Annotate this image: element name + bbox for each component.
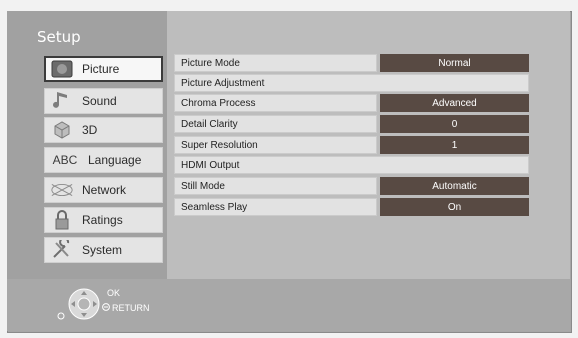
sidebar-item-sound[interactable]: Sound	[44, 88, 163, 114]
return-label: RETURN	[112, 303, 150, 313]
sidebar-item-picture[interactable]: Picture	[44, 56, 163, 82]
sidebar-item-label: Sound	[82, 94, 117, 108]
sidebar-item-label: Network	[82, 183, 127, 197]
lock-icon	[50, 210, 74, 230]
sidebar-item-3d[interactable]: 3D	[44, 117, 163, 143]
settings-row-detail-clarity[interactable]: Detail Clarity 0	[174, 115, 529, 133]
return-icon	[102, 303, 110, 313]
settings-row-still-mode[interactable]: Still Mode Automatic	[174, 177, 529, 195]
sidebar-item-label: System	[82, 243, 123, 257]
settings-row-seamless-play[interactable]: Seamless Play On	[174, 198, 529, 216]
row-label: Seamless Play	[174, 198, 377, 216]
row-label: Super Resolution	[174, 136, 377, 154]
network-icon	[50, 180, 74, 200]
row-label: Picture Mode	[174, 54, 377, 72]
picture-icon	[50, 59, 74, 79]
sidebar-item-system[interactable]: System	[44, 237, 163, 263]
abc-icon: ABC	[52, 153, 78, 167]
ok-hint: OK	[107, 288, 121, 298]
settings-row-super-resolution[interactable]: Super Resolution 1	[174, 136, 529, 154]
sidebar-item-label: Language	[88, 153, 142, 167]
remote-dpad-icon	[56, 284, 102, 324]
sidebar-item-network[interactable]: Network	[44, 177, 163, 203]
row-label: HDMI Output	[174, 156, 529, 174]
settings-row-chroma-process[interactable]: Chroma Process Advanced	[174, 94, 529, 112]
row-value: 0	[380, 115, 529, 133]
row-label: Chroma Process	[174, 94, 377, 112]
sidebar-item-label: 3D	[82, 123, 98, 137]
sidebar-item-language[interactable]: ABC Language	[44, 147, 163, 173]
row-value: Automatic	[380, 177, 529, 195]
sound-icon	[50, 91, 74, 111]
row-label: Picture Adjustment	[174, 74, 529, 92]
sidebar-item-label: Picture	[82, 62, 120, 76]
settings-row-hdmi-output[interactable]: HDMI Output	[174, 156, 529, 174]
row-value: 1	[380, 136, 529, 154]
return-hint: RETURN	[102, 303, 150, 313]
row-value: Normal	[380, 54, 529, 72]
page-title: Setup	[37, 28, 81, 46]
row-value: On	[380, 198, 529, 216]
row-value: Advanced	[380, 94, 529, 112]
sidebar-item-label: Ratings	[82, 213, 123, 227]
row-label: Still Mode	[174, 177, 377, 195]
sidebar-item-ratings[interactable]: Ratings	[44, 207, 163, 233]
tools-icon	[50, 240, 74, 260]
row-label: Detail Clarity	[174, 115, 377, 133]
settings-row-picture-mode[interactable]: Picture Mode Normal	[174, 54, 529, 72]
3d-icon	[50, 120, 74, 140]
settings-row-picture-adjustment[interactable]: Picture Adjustment	[174, 74, 529, 92]
